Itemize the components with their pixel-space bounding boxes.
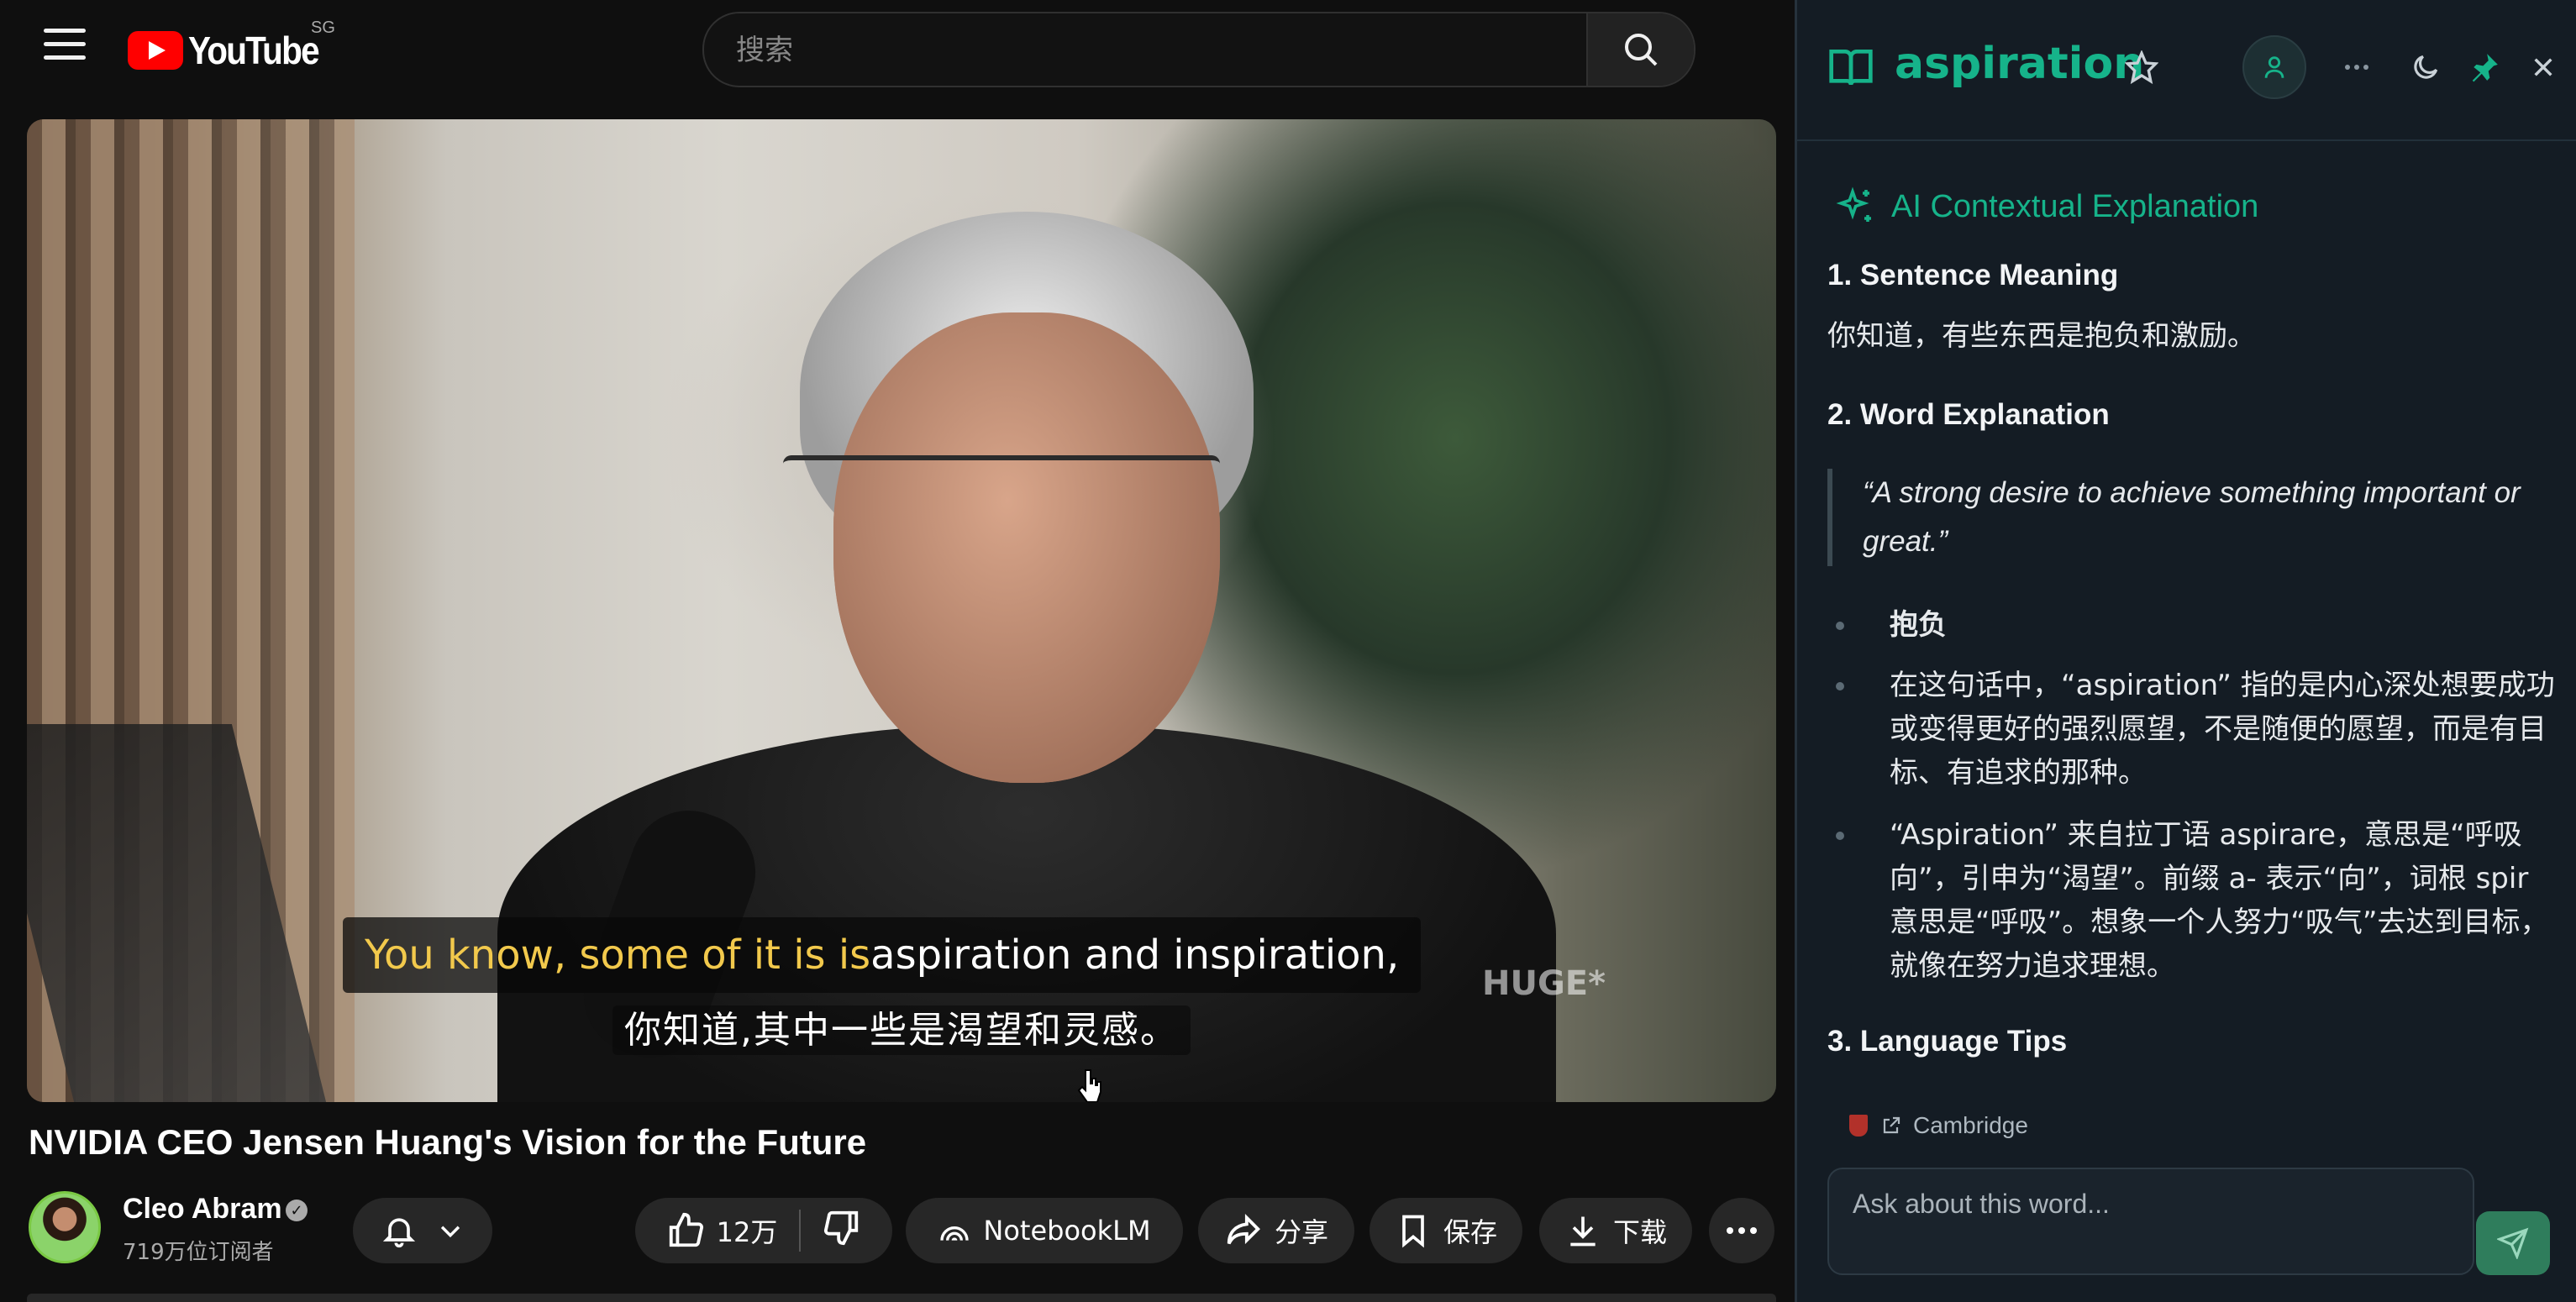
- caption-translation: 你知道,其中一些是渴望和灵感。: [27, 1000, 1776, 1055]
- video-player[interactable]: You know, some of it is is aspiration an…: [27, 119, 1776, 1102]
- video-person-glasses: [783, 455, 1220, 536]
- sentence-meaning-text: 你知道，有些东西是抱负和激励。: [1827, 319, 2256, 353]
- more-actions-button[interactable]: [1709, 1198, 1774, 1263]
- user-button[interactable]: [2242, 35, 2306, 99]
- theme-toggle-button[interactable]: [2402, 44, 2449, 91]
- panel-header: aspiration: [1797, 0, 2576, 141]
- video-watermark: HUGE*: [1482, 964, 1606, 1003]
- youtube-play-icon: [128, 31, 183, 70]
- notebooklm-button[interactable]: NotebookLM: [906, 1198, 1183, 1263]
- like-count: 12万: [716, 1216, 778, 1248]
- book-icon: [1829, 50, 1873, 86]
- pin-button[interactable]: [2461, 44, 2508, 91]
- section-sentence-meaning: 1. Sentence Meaning: [1827, 259, 2119, 291]
- dislike-button[interactable]: [823, 1208, 861, 1253]
- download-label: 下载: [1612, 1216, 1667, 1248]
- star-icon: [2125, 50, 2158, 84]
- ai-explanation-heading: AI Contextual Explanation: [1836, 186, 2258, 227]
- bookmark-icon: [1402, 1215, 1424, 1248]
- cambridge-source-link[interactable]: Cambridge: [1849, 1112, 2028, 1139]
- caption-remaining-text[interactable]: aspiration and inspiration,: [870, 932, 1399, 979]
- panel-content: AI Contextual Explanation 1. Sentence Me…: [1797, 141, 2576, 1095]
- share-label: 分享: [1274, 1216, 1328, 1248]
- like-icon: [669, 1212, 703, 1247]
- favorite-button[interactable]: [2118, 44, 2165, 91]
- ai-explanation-title: AI Contextual Explanation: [1891, 188, 2259, 224]
- chevron-down-icon: [440, 1226, 460, 1238]
- channel-name[interactable]: Cleo Abram: [123, 1193, 282, 1226]
- save-label: 保存: [1443, 1216, 1497, 1248]
- youtube-logo[interactable]: YouTube: [128, 27, 336, 74]
- youtube-logo-text: YouTube: [188, 29, 320, 72]
- list-item: 抱负: [1836, 603, 2562, 647]
- cambridge-icon: [1849, 1115, 1868, 1137]
- verified-icon: ✓: [286, 1200, 308, 1221]
- video-title: NVIDIA CEO Jensen Huang's Vision for the…: [29, 1122, 867, 1162]
- like-button[interactable]: 12万: [666, 1211, 778, 1250]
- panel-more-button[interactable]: [2333, 44, 2380, 91]
- menu-icon[interactable]: [44, 29, 86, 66]
- subscriber-count: 719万位订阅者: [123, 1240, 274, 1265]
- send-button[interactable]: [2476, 1211, 2550, 1275]
- definition-quote: “A strong desire to achieve something im…: [1827, 469, 2550, 566]
- pin-icon: [2472, 54, 2498, 82]
- download-icon: [1570, 1216, 1596, 1247]
- video-person-face-front: [833, 312, 1220, 783]
- list-item: “Aspiration” 来自拉丁语 aspirare，意思是“呼吸向”，引申为…: [1836, 813, 2562, 988]
- panel-footer: Cambridge: [1797, 1095, 2576, 1302]
- like-dislike-group: 12万: [635, 1198, 892, 1263]
- more-icon: [1727, 1227, 1757, 1234]
- share-icon: [1227, 1214, 1260, 1245]
- youtube-header: YouTube SG: [0, 0, 1795, 101]
- sparkle-icon: [1836, 186, 1871, 222]
- search-button[interactable]: [1586, 13, 1694, 86]
- search-icon: [1625, 34, 1658, 66]
- headword: aspiration: [1895, 39, 2145, 89]
- external-link-icon: [1883, 1116, 1900, 1134]
- share-button[interactable]: 分享: [1198, 1198, 1354, 1263]
- ask-input[interactable]: [1851, 1186, 2459, 1221]
- search-box: [702, 12, 1695, 87]
- send-icon: [2497, 1227, 2529, 1259]
- section-language-tips: 3. Language Tips: [1827, 1025, 2068, 1058]
- section-word-explanation: 2. Word Explanation: [1827, 398, 2110, 431]
- caption-line[interactable]: You know, some of it is is aspiration an…: [343, 917, 1422, 993]
- channel-avatar[interactable]: [29, 1191, 101, 1263]
- word-explanation-panel: aspiration AI Contextual Explanation 1. …: [1795, 0, 2576, 1302]
- ask-box: [1827, 1168, 2474, 1275]
- download-button[interactable]: 下载: [1539, 1198, 1692, 1263]
- bell-icon: [382, 1218, 416, 1248]
- save-button[interactable]: 保存: [1369, 1198, 1522, 1263]
- source-label: Cambridge: [1913, 1112, 2028, 1138]
- region-code: SG: [311, 18, 335, 37]
- dislike-icon: [824, 1210, 859, 1246]
- like-divider: [799, 1210, 802, 1252]
- caption-translation-text: 你知道,其中一些是渴望和灵感。: [612, 1005, 1191, 1055]
- search-input[interactable]: [734, 13, 1662, 86]
- close-button[interactable]: [2520, 44, 2567, 91]
- mouse-cursor-icon: [1077, 1069, 1101, 1102]
- notebooklm-label: NotebookLM: [983, 1215, 1151, 1247]
- below-video-divider: [27, 1294, 1776, 1302]
- moon-icon: [2414, 55, 2438, 79]
- close-icon: [2534, 58, 2552, 76]
- user-icon: [2264, 56, 2284, 78]
- list-item: 在这句话中，“aspiration” 指的是内心深处想要成功或变得更好的强烈愿望…: [1836, 664, 2562, 795]
- subscribe-notification-button[interactable]: [353, 1198, 492, 1263]
- caption-highlighted-text: You know, some of it is is: [365, 932, 871, 979]
- notebooklm-icon: [940, 1226, 970, 1242]
- more-icon: [2345, 65, 2368, 70]
